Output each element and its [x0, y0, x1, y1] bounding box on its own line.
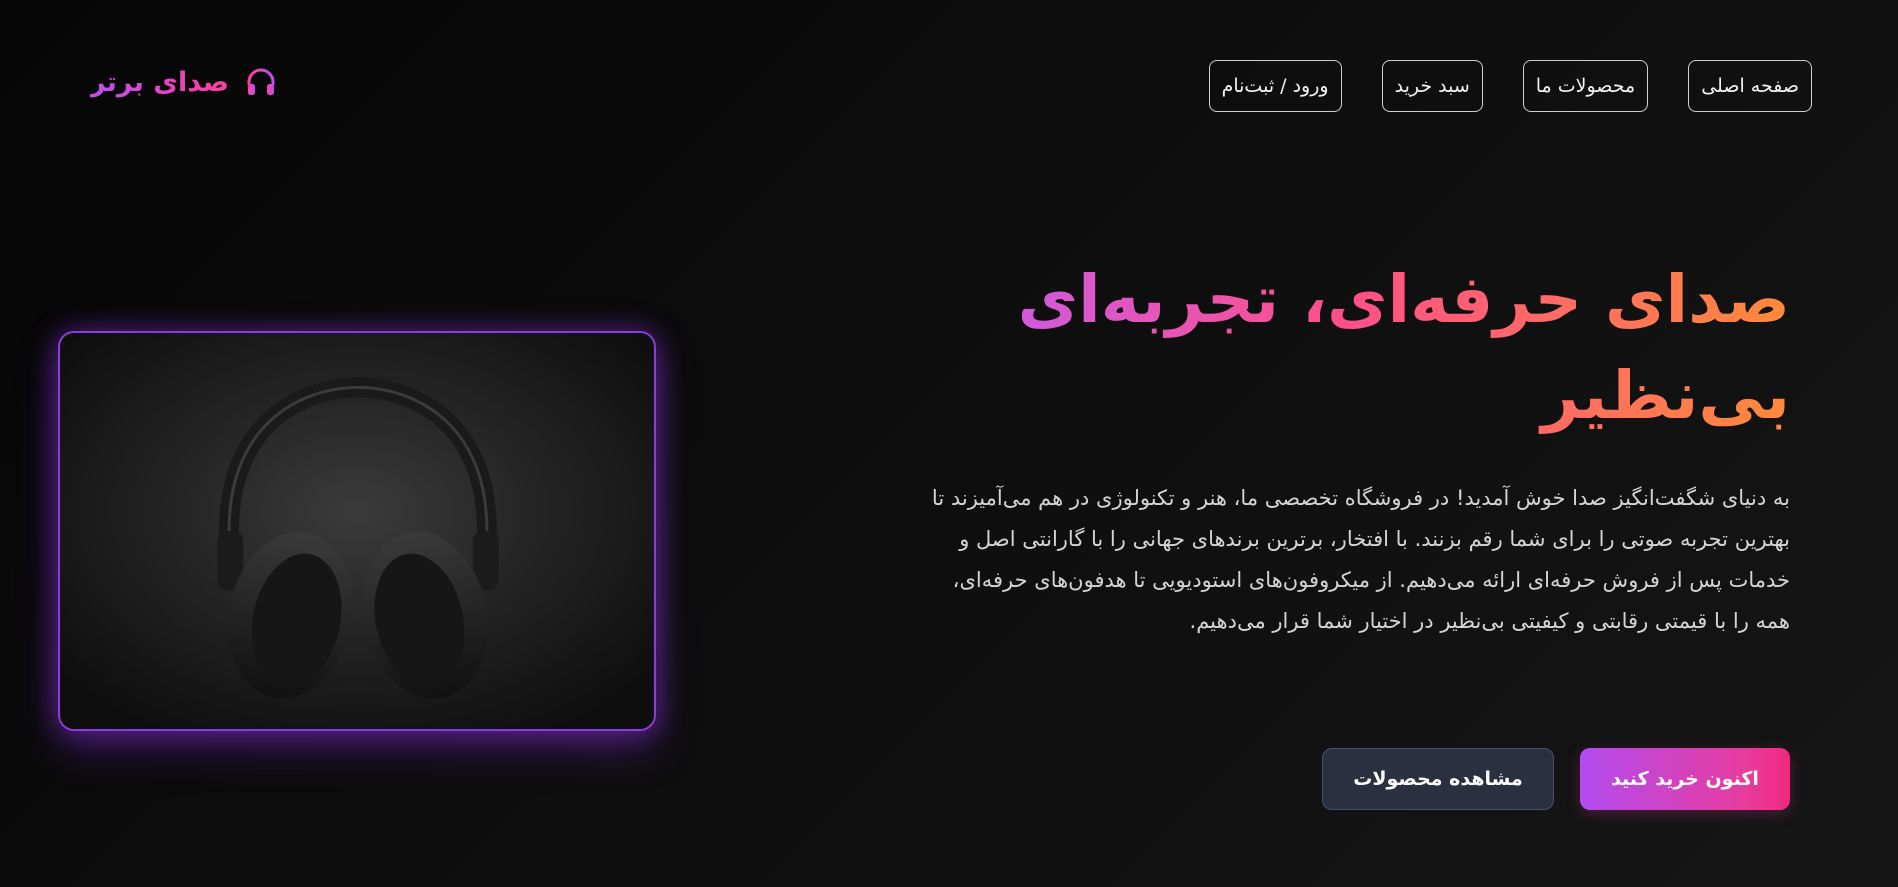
hero-title: صدای حرفه‌ای، تجربه‌ای بی‌نظیر — [970, 252, 1790, 444]
nav-products[interactable]: محصولات ما — [1522, 60, 1649, 112]
hero-image — [58, 331, 656, 731]
nav-cart[interactable]: سبد خرید — [1381, 60, 1483, 112]
logo[interactable]: صدای برتر — [90, 66, 277, 98]
view-products-button[interactable]: مشاهده محصولات — [1322, 748, 1554, 810]
headphones-photo — [60, 333, 654, 729]
nav-login-register[interactable]: ورود / ثبت‌نام — [1208, 60, 1342, 112]
buy-now-button[interactable]: اکنون خرید کنید — [1580, 748, 1790, 810]
nav-home[interactable]: صفحه اصلی — [1688, 60, 1812, 112]
logo-text: صدای برتر — [90, 66, 229, 98]
main-nav: صفحه اصلی محصولات ما سبد خرید ورود / ثبت… — [1208, 60, 1812, 112]
hero-description: به دنیای شگفت‌انگیز صدا خوش آمدید! در فر… — [931, 486, 1790, 633]
headphones-icon — [247, 68, 275, 95]
hero-cta-group: اکنون خرید کنید مشاهده محصولات — [1322, 748, 1790, 810]
